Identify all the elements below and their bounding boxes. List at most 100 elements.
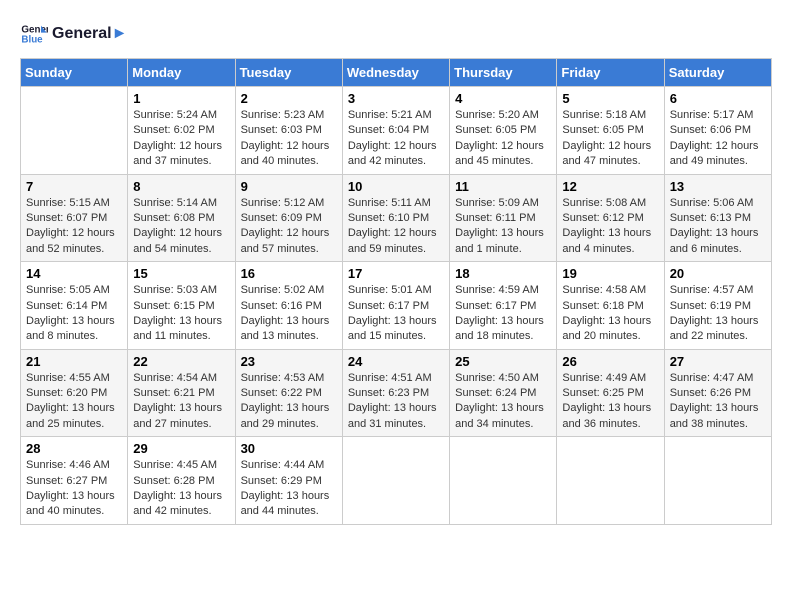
header-cell-saturday: Saturday [664,59,771,87]
day-number: 17 [348,266,444,281]
day-number: 29 [133,441,229,456]
day-number: 3 [348,91,444,106]
week-row-4: 21 Sunrise: 4:55 AM Sunset: 6:20 PM Dayli… [21,349,772,437]
day-cell: 23 Sunrise: 4:53 AM Sunset: 6:22 PM Dayli… [235,349,342,437]
day-cell: 4 Sunrise: 5:20 AM Sunset: 6:05 PM Daylig… [450,87,557,175]
day-cell: 25 Sunrise: 4:50 AM Sunset: 6:24 PM Dayli… [450,349,557,437]
day-info: Sunrise: 4:57 AM Sunset: 6:19 PM Dayligh… [670,283,766,345]
day-cell [342,437,449,525]
calendar-table: SundayMondayTuesdayWednesdayThursdayFrid… [20,58,772,525]
day-cell: 11Sunrise: 5:09 AM Sunset: 6:11 PM Dayli… [450,174,557,262]
logo-icon: General Blue [20,20,48,48]
day-info: Sunrise: 4:50 AM Sunset: 6:24 PM Dayligh… [455,371,551,433]
day-info: Sunrise: 5:14 AM Sunset: 6:08 PM Dayligh… [133,196,229,258]
day-number: 4 [455,91,551,106]
header-row: SundayMondayTuesdayWednesdayThursdayFrid… [21,59,772,87]
day-cell: 12 Sunrise: 5:08 AM Sunset: 6:12 PM Dayli… [557,174,664,262]
day-cell: 2 Sunrise: 5:23 AM Sunset: 6:03 PM Daylig… [235,87,342,175]
day-cell: 17 Sunrise: 5:01 AM Sunset: 6:17 PM Dayli… [342,262,449,350]
day-info: Sunrise: 5:20 AM Sunset: 6:05 PM Dayligh… [455,108,551,170]
week-row-1: 1 Sunrise: 5:24 AM Sunset: 6:02 PM Daylig… [21,87,772,175]
day-number: 25 [455,354,551,369]
day-number: 19 [562,266,658,281]
day-cell: 15 Sunrise: 5:03 AM Sunset: 6:15 PM Dayli… [128,262,235,350]
day-cell [450,437,557,525]
header-cell-friday: Friday [557,59,664,87]
day-info: Sunrise: 5:18 AM Sunset: 6:05 PM Dayligh… [562,108,658,170]
day-info: Sunrise: 4:54 AM Sunset: 6:21 PM Dayligh… [133,371,229,433]
day-cell: 18 Sunrise: 4:59 AM Sunset: 6:17 PM Dayli… [450,262,557,350]
day-number: 21 [26,354,122,369]
day-info: Sunrise: 4:53 AM Sunset: 6:22 PM Dayligh… [241,371,337,433]
day-number: 24 [348,354,444,369]
day-info: Sunrise: 4:59 AM Sunset: 6:17 PM Dayligh… [455,283,551,345]
day-number: 13 [670,179,766,194]
day-cell: 27 Sunrise: 4:47 AM Sunset: 6:26 PM Dayli… [664,349,771,437]
day-number: 16 [241,266,337,281]
day-cell: 13 Sunrise: 5:06 AM Sunset: 6:13 PM Dayli… [664,174,771,262]
day-info: Sunrise: 5:05 AM Sunset: 6:14 PM Dayligh… [26,283,122,345]
day-number: 11 [455,179,551,194]
day-info: Sunrise: 5:02 AM Sunset: 6:16 PM Dayligh… [241,283,337,345]
day-cell: 28 Sunrise: 4:46 AM Sunset: 6:27 PM Dayli… [21,437,128,525]
header-cell-wednesday: Wednesday [342,59,449,87]
day-cell: 10Sunrise: 5:11 AM Sunset: 6:10 PM Dayli… [342,174,449,262]
day-info: Sunrise: 5:03 AM Sunset: 6:15 PM Dayligh… [133,283,229,345]
day-cell [664,437,771,525]
day-cell: 5 Sunrise: 5:18 AM Sunset: 6:05 PM Daylig… [557,87,664,175]
day-cell: 30 Sunrise: 4:44 AM Sunset: 6:29 PM Dayli… [235,437,342,525]
day-number: 9 [241,179,337,194]
day-cell: 24 Sunrise: 4:51 AM Sunset: 6:23 PM Dayli… [342,349,449,437]
week-row-5: 28 Sunrise: 4:46 AM Sunset: 6:27 PM Dayli… [21,437,772,525]
day-number: 2 [241,91,337,106]
day-cell: 14 Sunrise: 5:05 AM Sunset: 6:14 PM Dayli… [21,262,128,350]
day-cell [21,87,128,175]
day-info: Sunrise: 5:23 AM Sunset: 6:03 PM Dayligh… [241,108,337,170]
day-cell: 16 Sunrise: 5:02 AM Sunset: 6:16 PM Dayli… [235,262,342,350]
day-info: Sunrise: 5:17 AM Sunset: 6:06 PM Dayligh… [670,108,766,170]
day-number: 23 [241,354,337,369]
header-cell-monday: Monday [128,59,235,87]
day-info: Sunrise: 4:55 AM Sunset: 6:20 PM Dayligh… [26,371,122,433]
day-number: 27 [670,354,766,369]
day-info: Sunrise: 5:21 AM Sunset: 6:04 PM Dayligh… [348,108,444,170]
logo-line1: General► [52,25,127,43]
day-info: Sunrise: 5:15 AM Sunset: 6:07 PM Dayligh… [26,196,122,258]
svg-text:Blue: Blue [21,34,43,45]
day-info: Sunrise: 5:01 AM Sunset: 6:17 PM Dayligh… [348,283,444,345]
day-cell: 29Sunrise: 4:45 AM Sunset: 6:28 PM Dayli… [128,437,235,525]
day-number: 1 [133,91,229,106]
day-number: 5 [562,91,658,106]
day-info: Sunrise: 4:58 AM Sunset: 6:18 PM Dayligh… [562,283,658,345]
day-number: 18 [455,266,551,281]
day-info: Sunrise: 5:06 AM Sunset: 6:13 PM Dayligh… [670,196,766,258]
day-info: Sunrise: 5:08 AM Sunset: 6:12 PM Dayligh… [562,196,658,258]
day-cell: 3 Sunrise: 5:21 AM Sunset: 6:04 PM Daylig… [342,87,449,175]
day-cell: 7 Sunrise: 5:15 AM Sunset: 6:07 PM Daylig… [21,174,128,262]
day-cell: 1 Sunrise: 5:24 AM Sunset: 6:02 PM Daylig… [128,87,235,175]
day-info: Sunrise: 4:47 AM Sunset: 6:26 PM Dayligh… [670,371,766,433]
week-row-3: 14 Sunrise: 5:05 AM Sunset: 6:14 PM Dayli… [21,262,772,350]
day-number: 12 [562,179,658,194]
day-number: 30 [241,441,337,456]
day-cell: 9 Sunrise: 5:12 AM Sunset: 6:09 PM Daylig… [235,174,342,262]
day-info: Sunrise: 5:11 AM Sunset: 6:10 PM Dayligh… [348,196,444,258]
day-cell: 20 Sunrise: 4:57 AM Sunset: 6:19 PM Dayli… [664,262,771,350]
day-info: Sunrise: 4:49 AM Sunset: 6:25 PM Dayligh… [562,371,658,433]
day-number: 28 [26,441,122,456]
page-header: General Blue General► [20,20,772,48]
day-number: 14 [26,266,122,281]
day-cell: 21 Sunrise: 4:55 AM Sunset: 6:20 PM Dayli… [21,349,128,437]
day-info: Sunrise: 4:46 AM Sunset: 6:27 PM Dayligh… [26,458,122,520]
day-info: Sunrise: 4:51 AM Sunset: 6:23 PM Dayligh… [348,371,444,433]
day-info: Sunrise: 4:44 AM Sunset: 6:29 PM Dayligh… [241,458,337,520]
day-info: Sunrise: 5:12 AM Sunset: 6:09 PM Dayligh… [241,196,337,258]
day-number: 6 [670,91,766,106]
day-number: 15 [133,266,229,281]
day-number: 22 [133,354,229,369]
day-number: 7 [26,179,122,194]
day-cell: 6 Sunrise: 5:17 AM Sunset: 6:06 PM Daylig… [664,87,771,175]
day-number: 20 [670,266,766,281]
logo: General Blue General► [20,20,127,48]
day-info: Sunrise: 5:24 AM Sunset: 6:02 PM Dayligh… [133,108,229,170]
